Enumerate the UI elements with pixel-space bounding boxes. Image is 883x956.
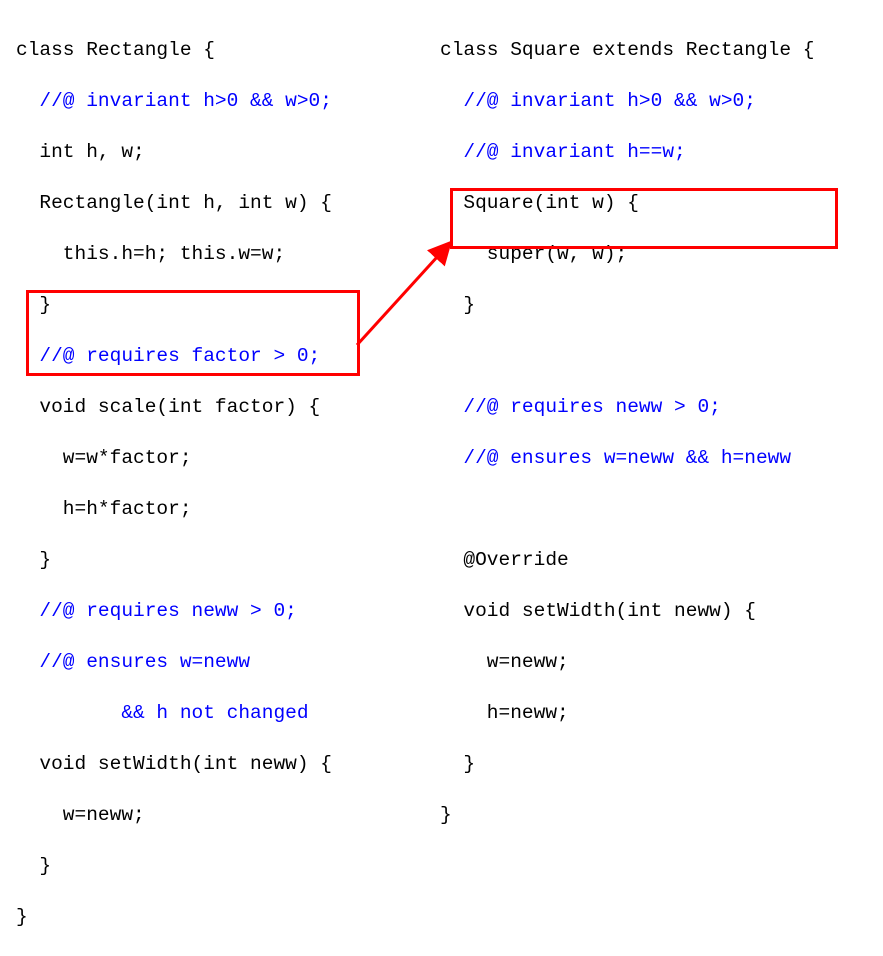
code-line: class Square extends Rectangle {	[440, 39, 814, 61]
code-line: class Rectangle {	[16, 39, 215, 61]
code-line: h=h*factor;	[16, 498, 192, 520]
code-line: }	[16, 906, 28, 928]
code-line: void setWidth(int neww) {	[16, 753, 332, 775]
left-code-column: class Rectangle { //@ invariant h>0 && w…	[16, 12, 332, 956]
code-line: }	[440, 294, 475, 316]
code-line: }	[16, 855, 51, 877]
code-comment: //@ invariant h>0 && w>0;	[440, 90, 756, 112]
highlight-box-right	[450, 188, 838, 249]
code-line: }	[16, 549, 51, 571]
code-comment: //@ invariant h>0 && w>0;	[16, 90, 332, 112]
code-comment: //@ requires neww > 0;	[440, 396, 721, 418]
code-line: w=w*factor;	[16, 447, 192, 469]
code-line: }	[440, 753, 475, 775]
right-code-column: class Square extends Rectangle { //@ inv…	[440, 12, 814, 854]
highlight-box-left	[26, 290, 360, 376]
code-line: Rectangle(int h, int w) {	[16, 192, 332, 214]
code-line: w=neww;	[16, 804, 145, 826]
code-comment: //@ invariant h==w;	[440, 141, 686, 163]
code-comment: //@ ensures w=neww && h=neww	[440, 447, 791, 469]
code-line: @Override	[440, 549, 569, 571]
code-comment: && h not changed	[16, 702, 309, 724]
code-line: w=neww;	[440, 651, 569, 673]
code-line: this.h=h; this.w=w;	[16, 243, 285, 265]
code-line: }	[440, 804, 452, 826]
code-comment: //@ ensures w=neww	[16, 651, 250, 673]
code-comment: //@ requires neww > 0;	[16, 600, 297, 622]
code-line: int h, w;	[16, 141, 145, 163]
code-line: h=neww;	[440, 702, 569, 724]
code-line: void scale(int factor) {	[16, 396, 320, 418]
code-line: void setWidth(int neww) {	[440, 600, 756, 622]
